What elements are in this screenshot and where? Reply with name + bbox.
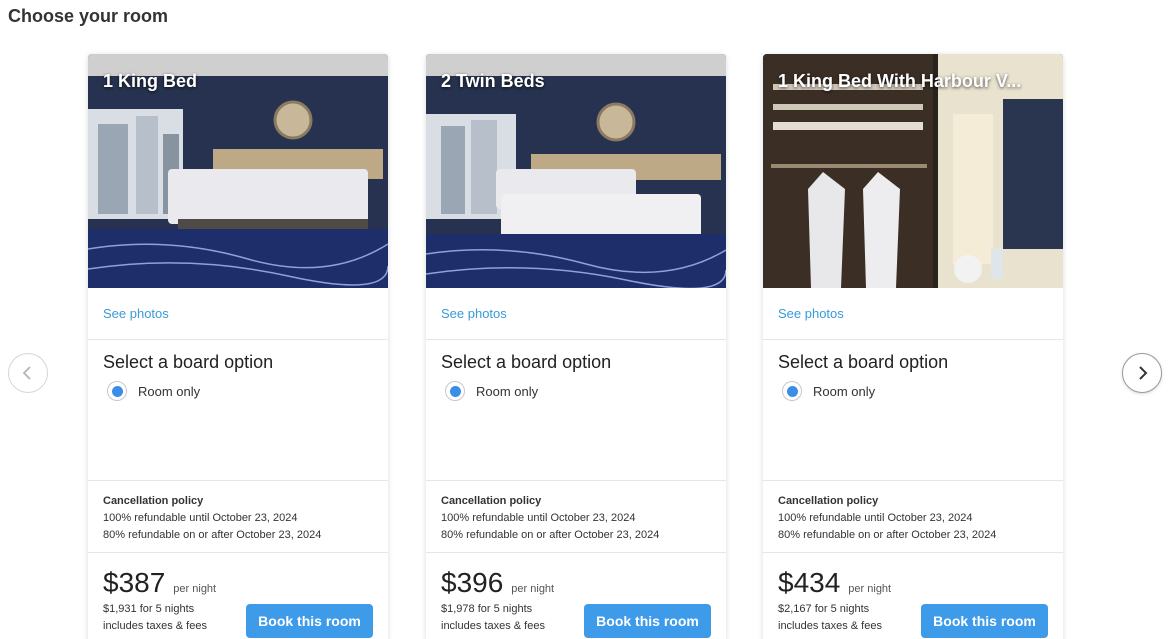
cancellation-line: 80% refundable on or after October 23, 2…	[778, 529, 997, 541]
room-title: 1 King Bed	[103, 71, 198, 91]
cancellation-heading: Cancellation policy	[441, 495, 542, 507]
chevron-right-icon	[1139, 366, 1148, 380]
radio-button[interactable]	[782, 381, 802, 401]
board-options: Select a board option Room only	[426, 340, 726, 481]
board-options: Select a board option Room only	[763, 340, 1063, 481]
see-photos-link[interactable]: See photos	[426, 288, 726, 340]
board-option-label: Room only	[476, 383, 539, 399]
cancellation-policy: Cancellation policy 100% refundable unti…	[426, 481, 726, 553]
per-night-label: per night	[511, 583, 555, 595]
pricing: $396 per night $1,978 for 5 nights inclu…	[426, 553, 726, 638]
nightly-price: $396	[441, 567, 504, 598]
see-photos-link[interactable]: See photos	[763, 288, 1063, 340]
carousel-prev-button[interactable]	[8, 353, 48, 393]
see-photos-link[interactable]: See photos	[88, 288, 388, 340]
board-heading: Select a board option	[778, 352, 949, 372]
room-photo[interactable]: 1 King Bed	[88, 54, 388, 288]
radio-selected-dot	[449, 385, 461, 397]
room-title: 2 Twin Beds	[441, 71, 545, 91]
cancellation-line: 80% refundable on or after October 23, 2…	[103, 529, 322, 541]
radio-selected-dot	[786, 385, 798, 397]
chevron-left-icon	[22, 366, 31, 380]
book-room-button[interactable]: Book this room	[921, 604, 1048, 638]
cancellation-policy: Cancellation policy 100% refundable unti…	[763, 481, 1063, 553]
carousel-next-button[interactable]	[1122, 353, 1162, 393]
cancellation-heading: Cancellation policy	[103, 495, 204, 507]
board-heading: Select a board option	[441, 352, 612, 372]
board-option-label: Room only	[813, 383, 876, 399]
board-option-room-only[interactable]: Room only	[441, 381, 711, 401]
room-card: 2 Twin Beds See photos Select a board op…	[426, 54, 726, 639]
radio-selected-dot	[111, 385, 123, 397]
nightly-price: $434	[778, 567, 841, 598]
board-option-room-only[interactable]: Room only	[778, 381, 1048, 401]
cancellation-line: 80% refundable on or after October 23, 2…	[441, 529, 660, 541]
cancellation-line: 100% refundable until October 23, 2024	[441, 512, 636, 524]
cancellation-heading: Cancellation policy	[778, 495, 879, 507]
board-options: Select a board option Room only	[88, 340, 388, 481]
page-title: Choose your room	[8, 6, 169, 26]
board-heading: Select a board option	[103, 352, 274, 372]
per-night-label: per night	[848, 583, 892, 595]
room-card: 1 King Bed See photos Select a board opt…	[88, 54, 388, 639]
radio-button[interactable]	[445, 381, 465, 401]
radio-button[interactable]	[107, 381, 127, 401]
pricing: $434 per night $2,167 for 5 nights inclu…	[763, 553, 1063, 638]
board-option-label: Room only	[138, 383, 201, 399]
room-photo[interactable]: 2 Twin Beds	[426, 54, 726, 288]
nightly-price: $387	[103, 567, 166, 598]
cancellation-policy: Cancellation policy 100% refundable unti…	[88, 481, 388, 553]
per-night-label: per night	[173, 583, 217, 595]
board-option-room-only[interactable]: Room only	[103, 381, 373, 401]
book-room-button[interactable]: Book this room	[584, 604, 711, 638]
room-photo[interactable]: 1 King Bed With Harbour V...	[763, 54, 1063, 288]
room-card: 1 King Bed With Harbour V... See photos …	[763, 54, 1063, 639]
room-title: 1 King Bed With Harbour V...	[778, 71, 1022, 91]
cancellation-line: 100% refundable until October 23, 2024	[103, 512, 298, 524]
pricing: $387 per night $1,931 for 5 nights inclu…	[88, 553, 388, 638]
book-room-button[interactable]: Book this room	[246, 604, 373, 638]
cancellation-line: 100% refundable until October 23, 2024	[778, 512, 973, 524]
